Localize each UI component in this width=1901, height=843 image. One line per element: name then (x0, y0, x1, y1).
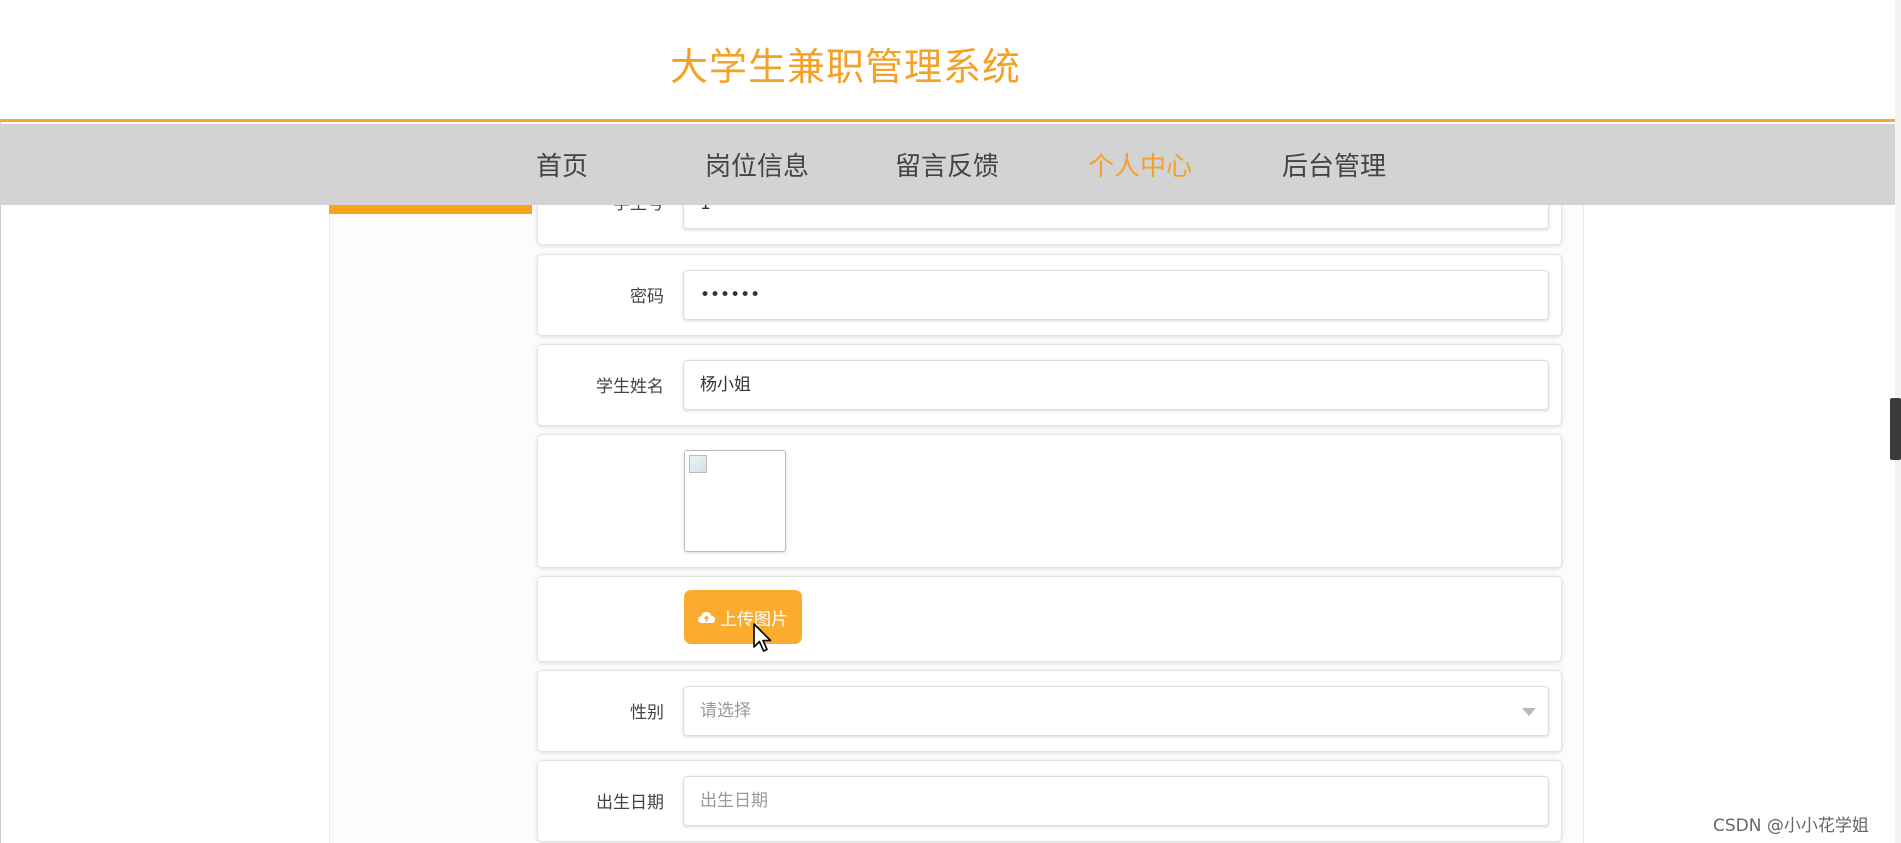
photo-preview[interactable] (684, 450, 786, 552)
profile-form: 学生号 1 密码 •••••• 学生姓名 杨小姐 上传图片 性别 请选择 出生日… (527, 205, 1567, 843)
birth-date-label: 出生日期 (596, 793, 664, 813)
cloud-upload-icon (698, 611, 715, 623)
site-title: 大学生兼职管理系统 (670, 45, 1022, 89)
form-row-gender: 性别 请选择 (537, 670, 1562, 752)
gender-select[interactable]: 请选择 (683, 686, 1549, 736)
mouse-cursor-icon (753, 623, 772, 652)
nav-item-home[interactable]: 首页 (536, 146, 588, 183)
scrollbar-thumb[interactable] (1890, 398, 1901, 460)
student-id-input[interactable]: 1 (683, 205, 1549, 229)
gender-select-placeholder: 请选择 (700, 701, 751, 721)
nav-item-personal-center[interactable]: 个人中心 (1088, 146, 1192, 183)
sidebar-accent-bar (329, 205, 532, 214)
broken-image-icon (689, 455, 707, 473)
form-row-student-name: 学生姓名 杨小姐 (537, 344, 1562, 426)
nav-item-feedback[interactable]: 留言反馈 (895, 146, 999, 183)
main-nav: 首页 岗位信息 留言反馈 个人中心 后台管理 (0, 124, 1895, 205)
gender-label: 性别 (630, 703, 664, 723)
form-row-student-id: 学生号 1 (537, 205, 1562, 245)
form-row-password: 密码 •••••• (537, 254, 1562, 336)
birth-date-input[interactable]: 出生日期 (683, 776, 1549, 826)
nav-item-jobs[interactable]: 岗位信息 (705, 146, 809, 183)
student-id-label: 学生号 (613, 205, 664, 214)
watermark: CSDN @小小花学姐 (1713, 816, 1869, 836)
password-input[interactable]: •••••• (683, 270, 1549, 320)
form-row-photo (537, 434, 1562, 568)
nav-item-admin[interactable]: 后台管理 (1282, 146, 1386, 183)
site-header: 大学生兼职管理系统 (0, 0, 1895, 122)
chevron-down-icon (1522, 708, 1536, 716)
form-row-birth-date: 出生日期 出生日期 (537, 760, 1562, 842)
password-label: 密码 (630, 287, 664, 307)
student-name-input[interactable]: 杨小姐 (683, 360, 1549, 410)
student-name-label: 学生姓名 (596, 377, 664, 397)
upload-image-button[interactable]: 上传图片 (684, 590, 802, 644)
form-row-upload: 上传图片 (537, 576, 1562, 662)
